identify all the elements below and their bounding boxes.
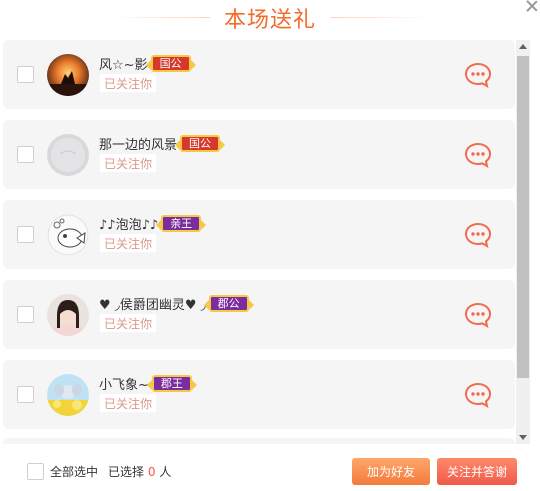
row-checkbox[interactable]	[17, 146, 34, 163]
list-item: 那一边的风景 国公 已关注你	[3, 120, 515, 189]
scrollbar-thumb[interactable]	[517, 56, 529, 378]
user-name: 那一边的风景	[99, 137, 178, 153]
user-name: ♥ ◞侯爵团幽灵♥ ◞	[99, 297, 206, 313]
avatar	[47, 214, 89, 256]
scroll-up-arrow-icon[interactable]	[519, 44, 527, 49]
select-all-label: 全部选中	[50, 465, 99, 479]
avatar	[47, 374, 89, 416]
select-all-checkbox[interactable]	[27, 463, 44, 480]
dialog-title: 本场送礼	[223, 8, 316, 33]
row-checkbox[interactable]	[17, 306, 34, 323]
add-friend-button[interactable]: 加为好友	[352, 458, 430, 485]
chat-bubble-icon[interactable]	[464, 302, 492, 328]
user-name: ♪♪泡泡♪♪	[99, 217, 159, 233]
chat-bubble-icon[interactable]	[464, 142, 492, 168]
follow-status: 已关注你	[100, 74, 157, 92]
follow-and-thank-button[interactable]: 关注并答谢	[437, 458, 517, 485]
user-name: 风☆~影	[99, 57, 148, 73]
avatar	[47, 294, 89, 336]
rank-badge: 亲王	[156, 214, 207, 232]
header-divider-left	[110, 17, 210, 18]
selected-prefix: 已选择	[108, 465, 145, 479]
rank-badge: 郡王	[146, 374, 197, 392]
rank-badge: 郡公	[203, 294, 254, 312]
selected-count: 0	[147, 465, 156, 479]
chat-bubble-icon[interactable]	[464, 382, 492, 408]
user-name: 小飞象~	[99, 377, 149, 393]
list-item: 风☆~影 国公 已关注你	[3, 40, 515, 109]
chat-bubble-icon[interactable]	[464, 222, 492, 248]
row-checkbox[interactable]	[17, 226, 34, 243]
close-icon[interactable]	[524, 0, 540, 14]
header-divider-right	[330, 17, 430, 18]
vertical-scrollbar[interactable]	[516, 40, 530, 444]
list-item: ♪♪泡泡♪♪ 亲王 已关注你	[3, 200, 515, 269]
dialog-header: 本场送礼	[0, 0, 540, 34]
selected-count-text: 已选择 0 人	[108, 463, 171, 480]
list-item: ♥ ◞侯爵团幽灵♥ ◞ 郡公 已关注你	[3, 280, 515, 349]
rank-badge: 国公	[175, 134, 226, 152]
follow-status: 已关注你	[100, 234, 157, 252]
rank-badge: 国公	[145, 54, 196, 72]
chat-bubble-icon[interactable]	[464, 62, 492, 88]
follow-status: 已关注你	[100, 394, 157, 412]
gift-sender-list: 风☆~影 国公 已关注你 那一边的风景 国公 已关注你 ♪♪泡泡♪♪ 亲王 已关…	[0, 38, 516, 444]
list-item-partial	[3, 438, 515, 444]
follow-status: 已关注你	[100, 154, 157, 172]
scroll-down-arrow-icon[interactable]	[519, 435, 527, 440]
row-checkbox[interactable]	[17, 386, 34, 403]
dialog-footer: 全部选中 已选择 0 人 加为好友 关注并答谢	[0, 452, 540, 491]
avatar	[47, 54, 89, 96]
selected-suffix: 人	[159, 465, 172, 479]
row-checkbox[interactable]	[17, 66, 34, 83]
follow-status: 已关注你	[100, 314, 157, 332]
list-item: 小飞象~ 郡王 已关注你	[3, 360, 515, 429]
avatar	[47, 134, 89, 176]
